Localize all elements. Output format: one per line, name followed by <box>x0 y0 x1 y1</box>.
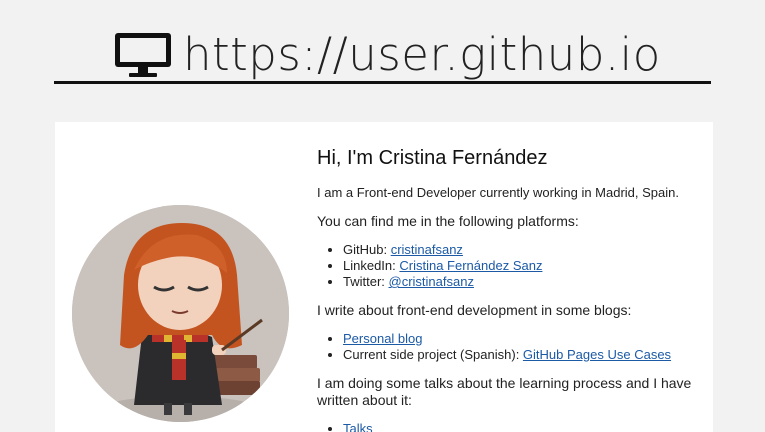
url-text: https://user.github.io <box>183 27 661 81</box>
platform-label: Twitter: <box>343 274 389 289</box>
url-title: https://user.github.io <box>113 26 661 82</box>
list-item: LinkedIn: Cristina Fernández Sanz <box>343 258 707 274</box>
blogs-text: I write about front-end development in s… <box>317 302 632 318</box>
header-divider <box>54 81 711 84</box>
github-link[interactable]: cristinafsanz <box>391 242 463 257</box>
list-item: Personal blog <box>343 331 707 347</box>
talks-text: I am doing some talks about the learning… <box>317 375 692 408</box>
platforms-text: You can find me in the following platfor… <box>317 213 579 229</box>
blogs-list: Personal blog Current side project (Span… <box>317 331 707 363</box>
page-title: Hi, I'm Cristina Fernández <box>317 147 548 169</box>
twitter-link[interactable]: @cristinafsanz <box>389 274 474 289</box>
website-preview: Hi, I'm Cristina Fernández I am a Front-… <box>55 122 713 432</box>
avatar <box>72 205 289 422</box>
list-item: Current side project (Spanish): GitHub P… <box>343 347 707 363</box>
intro-text: I am a Front-end Developer currently wor… <box>317 185 679 200</box>
github-pages-use-cases-link[interactable]: GitHub Pages Use Cases <box>523 347 671 362</box>
linkedin-link[interactable]: Cristina Fernández Sanz <box>399 258 542 273</box>
list-item: GitHub: cristinafsanz <box>343 242 707 258</box>
platform-label: GitHub: <box>343 242 391 257</box>
talks-link[interactable]: Talks <box>343 421 373 432</box>
monitor-icon <box>113 29 173 79</box>
list-item: Twitter: @cristinafsanz <box>343 274 707 290</box>
platforms-list: GitHub: cristinafsanz LinkedIn: Cristina… <box>317 242 707 290</box>
list-item: Talks <box>343 421 707 432</box>
avatar-illustration <box>72 205 289 422</box>
page-content: Hi, I'm Cristina Fernández I am a Front-… <box>317 146 707 432</box>
slide-header: https://user.github.io <box>0 0 765 90</box>
blog-label: Current side project (Spanish): <box>343 347 523 362</box>
personal-blog-link[interactable]: Personal blog <box>343 331 423 346</box>
platform-label: LinkedIn: <box>343 258 400 273</box>
talks-list: Talks <box>317 421 707 432</box>
